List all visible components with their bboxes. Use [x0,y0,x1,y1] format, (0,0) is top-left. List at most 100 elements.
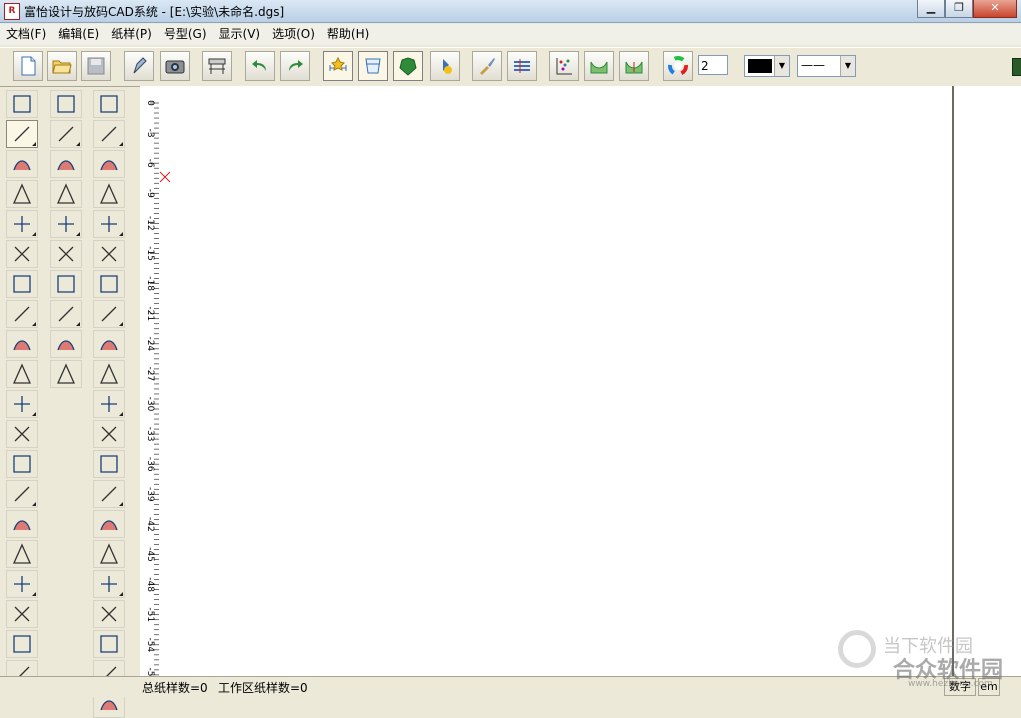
grading-compare-button[interactable] [619,51,649,81]
stitch-line-tool[interactable] [6,600,38,628]
fold-flip-tool[interactable] [93,330,125,358]
plotter-button[interactable] [202,51,232,81]
pattern-copy-tool[interactable] [50,120,82,148]
grade-measure-tool[interactable] [93,240,125,268]
menu-options[interactable]: 选项(O) [266,24,321,45]
menu-help[interactable]: 帮助(H) [321,24,375,45]
curve-adjust-tool[interactable] [50,150,82,178]
bounding-box-icon [99,543,119,564]
open-button[interactable] [47,51,77,81]
cross-mark-glyph [14,216,30,232]
app-icon[interactable]: R [4,3,20,20]
redo-button[interactable] [280,51,310,81]
line-style-select[interactable]: —— ▼ [797,55,856,77]
pattern-list-panel[interactable] [952,86,1021,676]
menu-view[interactable]: 显示(V) [213,24,267,45]
ruler-label: -21 [145,306,155,321]
new-document-button[interactable] [13,51,43,81]
title-bar: R 富怡设计与放码CAD系统 - [E:\实验\未命名.dgs] ▁ ❐ ✕ [0,0,1021,23]
pattern-select-tool[interactable] [50,90,82,118]
measure-tool[interactable] [6,240,38,268]
size-star-icon [329,56,347,71]
lapel-tool[interactable] [50,330,82,358]
line-color-select[interactable]: ▼ [744,55,790,77]
compass-tool[interactable] [6,270,38,298]
menu-size[interactable]: 号型(G) [158,24,213,45]
grading-points-button[interactable] [549,51,579,81]
ruler-button[interactable] [430,51,460,81]
line-style-dropdown-arrow[interactable]: ▼ [840,56,855,76]
pattern-pair-tool[interactable] [93,480,125,508]
align-pattern-tool[interactable] [93,570,125,598]
bounding-box-tool[interactable] [93,540,125,568]
bead-line-tool[interactable] [50,300,82,328]
align-icon [514,59,530,73]
rotate-block-tool[interactable] [50,210,82,238]
pencil-tool[interactable] [6,120,38,148]
menu-pattern[interactable]: 纸样(P) [105,24,158,45]
stitch-line-glyph [14,606,30,622]
pleat-set-tool[interactable] [50,270,82,298]
undo-button[interactable] [245,51,275,81]
angle-grade-tool[interactable] [93,510,125,538]
angle-grade-icon [100,520,118,531]
grade-rule-tool[interactable] [93,360,125,388]
corner-tool[interactable] [6,180,38,208]
close-button[interactable]: ✕ [973,0,1017,18]
scissors-tool[interactable] [6,300,38,328]
rotate-pattern-tool[interactable] [93,450,125,478]
show-size-button[interactable] [323,51,353,81]
dart-tool[interactable] [6,540,38,568]
save-button[interactable] [81,51,111,81]
ruler-label: -33 [145,427,155,442]
shape-fill-tool[interactable] [93,180,125,208]
highlight-tool[interactable] [6,330,38,358]
grading-select-tool[interactable] [93,90,125,118]
seam-rows-tool[interactable] [6,630,38,658]
submenu-indicator-icon [32,322,36,326]
cuff-glyph [101,426,117,442]
cut-tool[interactable] [6,570,38,598]
button-set-tool[interactable] [93,270,125,298]
ruler-label: -3 [145,129,155,138]
select-tool[interactable] [6,90,38,118]
align-button[interactable] [507,51,537,81]
color-wheel-button[interactable] [663,51,693,81]
menu-edit[interactable]: 编辑(E) [52,24,105,45]
arc-tool-tool[interactable] [50,240,82,268]
curve-fit-tool[interactable] [93,600,125,628]
line-style-value: —— [801,58,825,72]
grading-curve-button[interactable] [584,51,614,81]
spiral-tool[interactable] [6,480,38,508]
pocket-tool[interactable] [93,120,125,148]
pleat-tool[interactable] [6,360,38,388]
menu-file[interactable]: 文档(F) [0,24,52,45]
stepper-tool[interactable] [6,510,38,538]
drawing-canvas[interactable] [159,86,952,676]
cuff-tool[interactable] [93,420,125,448]
brush-button[interactable] [472,51,502,81]
body-shape-tool[interactable] [6,390,38,418]
fan-spread-tool[interactable] [6,450,38,478]
size-number-field[interactable]: 2 [698,55,728,75]
minimize-button[interactable]: ▁ [917,0,945,18]
tag-pattern-tool[interactable] [93,630,125,658]
cross-mark-tool[interactable] [6,210,38,238]
pattern-select-glyph [57,95,75,113]
block-edit-tool[interactable] [93,210,125,238]
rectangle-tool[interactable] [6,150,38,178]
digitizer-button[interactable] [124,51,154,81]
notch-block-tool[interactable] [50,180,82,208]
camera-button[interactable] [160,51,190,81]
maximize-button[interactable]: ❐ [945,0,973,18]
dart-box-tool[interactable] [50,360,82,388]
pattern-outline-tool[interactable] [93,150,125,178]
grid-pattern-tool[interactable] [93,300,125,328]
submenu-indicator-icon [32,502,36,506]
slash-spread-tool[interactable] [6,420,38,448]
fill-pattern-button[interactable] [393,51,423,81]
pattern-frame-button[interactable] [358,51,388,81]
line-color-dropdown-arrow[interactable]: ▼ [774,56,789,76]
seam-check-tool[interactable] [93,390,125,418]
rotate-block-glyph [58,216,74,232]
